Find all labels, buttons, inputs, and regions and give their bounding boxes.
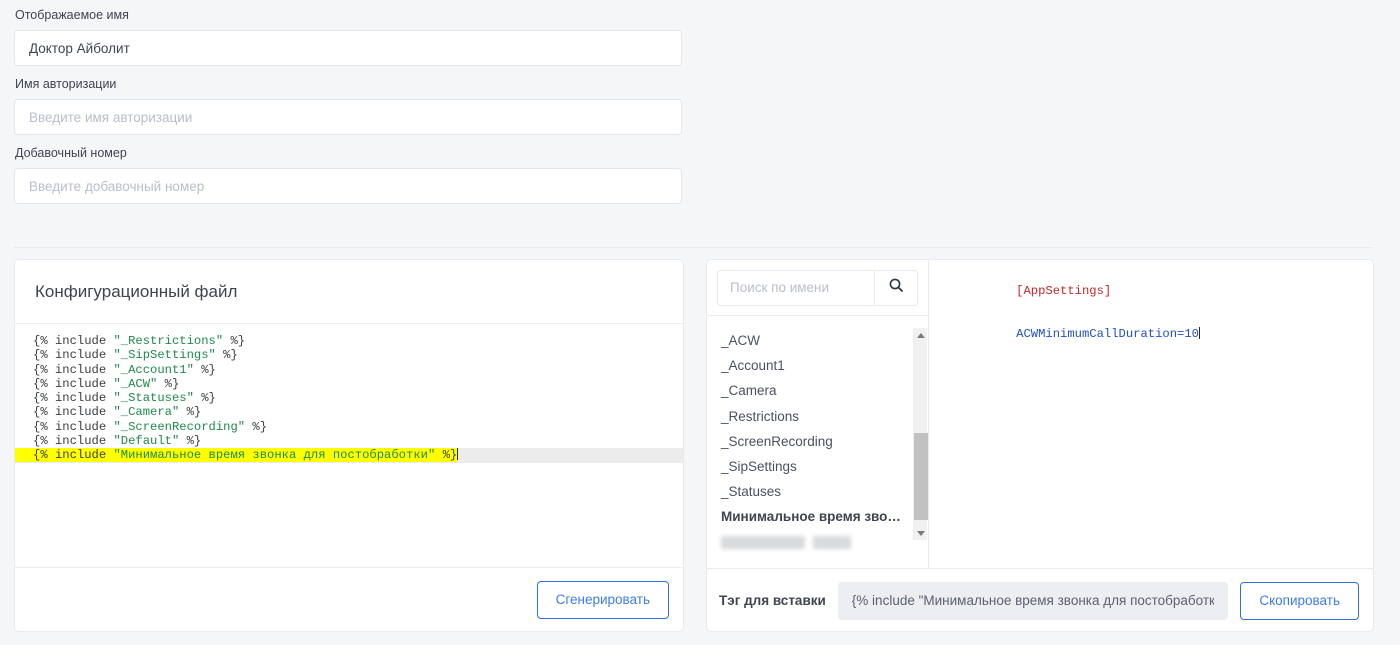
account-form: Отображаемое имя Имя авторизации Добавоч… bbox=[0, 0, 700, 204]
code-line: {% include "_ACW" %} bbox=[33, 376, 180, 391]
config-file-card: Конфигурационный файл {% include "_Restr… bbox=[14, 259, 684, 632]
field-extension-number: Добавочный номер bbox=[14, 146, 686, 204]
snippet-picker-body: _ACW_Account1_Camera_Restrictions_Screen… bbox=[707, 260, 1373, 568]
list-item[interactable]: _ACW bbox=[707, 328, 928, 353]
scroll-up-button[interactable] bbox=[914, 328, 928, 342]
config-file-header: Конфигурационный файл bbox=[15, 260, 683, 324]
code-line: {% include "_Account1" %} bbox=[33, 362, 216, 377]
code-line: {% include "_Camera" %} bbox=[33, 405, 202, 420]
code-line: {% include "_Restrictions" %} bbox=[33, 334, 246, 348]
auth-name-input[interactable] bbox=[14, 99, 682, 135]
auth-name-label: Имя авторизации bbox=[15, 77, 117, 91]
scrollbar-thumb[interactable] bbox=[914, 433, 928, 520]
text-caret bbox=[1198, 327, 1200, 340]
editor-caret bbox=[457, 448, 459, 461]
snippet-preview: [AppSettings] ACWMinimumCallDuration=10 bbox=[929, 260, 1373, 568]
list-item[interactable]: _SipSettings bbox=[707, 454, 928, 479]
config-file-footer: Сгенерировать bbox=[15, 567, 683, 631]
list-item[interactable]: _Camera bbox=[707, 378, 928, 403]
field-display-name: Отображаемое имя bbox=[14, 8, 686, 66]
preview-section-line: [AppSettings] bbox=[943, 270, 1373, 313]
code-line: {% include "_Statuses" %} bbox=[33, 391, 216, 406]
snippet-footer: Тэг для вставки Скопировать bbox=[707, 568, 1373, 632]
code-line: {% include "_ScreenRecording" %} bbox=[33, 419, 268, 434]
preview-key-line: ACWMinimumCallDuration=10 bbox=[943, 313, 1373, 356]
search-button[interactable] bbox=[874, 269, 918, 306]
display-name-input[interactable] bbox=[14, 30, 682, 66]
copy-button[interactable]: Скопировать bbox=[1240, 581, 1359, 620]
section-divider bbox=[14, 247, 1373, 248]
list-item[interactable] bbox=[707, 529, 928, 555]
list-item[interactable]: _ScreenRecording bbox=[707, 429, 928, 454]
tag-label: Тэг для вставки bbox=[719, 593, 826, 608]
chevron-up-icon bbox=[917, 332, 925, 338]
config-code-editor[interactable]: {% include "_Restrictions" %} {% include … bbox=[15, 324, 683, 567]
snippet-list-scrollbar[interactable] bbox=[913, 328, 928, 540]
code-line: {% include "_SipSettings" %} bbox=[33, 348, 238, 363]
preview-key-token: ACWMinimumCallDuration=10 bbox=[1016, 327, 1199, 342]
tag-value-input[interactable] bbox=[837, 581, 1229, 620]
snippet-search-row bbox=[707, 260, 928, 316]
snippet-list-wrapper: _ACW _Account1 _Camera _Restrictions _Screen… bbox=[707, 316, 928, 568]
display-name-label: Отображаемое имя bbox=[15, 8, 129, 22]
list-item[interactable]: Минимальное время зво… bbox=[707, 504, 928, 529]
extension-number-label: Добавочный номер bbox=[15, 146, 127, 160]
code-line: {% include "Минимальное время звонка для… bbox=[15, 448, 683, 463]
config-file-title: Конфигурационный файл bbox=[35, 281, 238, 301]
code-line: {% include "Default" %} bbox=[33, 434, 202, 449]
snippet-list: _ACW _Account1 _Camera _Restrictions _Screen… bbox=[707, 316, 928, 555]
preview-section-token: [AppSettings] bbox=[1016, 284, 1112, 299]
snippet-list-pane: _ACW_Account1_Camera_Restrictions_Screen… bbox=[707, 260, 929, 568]
search-input[interactable] bbox=[717, 269, 874, 306]
snippet-picker-card: _ACW_Account1_Camera_Restrictions_Screen… bbox=[706, 259, 1374, 632]
search-icon bbox=[888, 277, 904, 298]
list-item[interactable]: _Account1 bbox=[707, 353, 928, 378]
extension-number-input[interactable] bbox=[14, 168, 682, 204]
chevron-down-icon bbox=[917, 530, 925, 536]
list-item[interactable]: _Restrictions bbox=[707, 404, 928, 429]
list-item[interactable]: _Statuses bbox=[707, 479, 928, 504]
scroll-down-button[interactable] bbox=[914, 526, 928, 540]
generate-button[interactable]: Сгенерировать bbox=[536, 580, 669, 619]
field-auth-name: Имя авторизации bbox=[14, 77, 686, 135]
